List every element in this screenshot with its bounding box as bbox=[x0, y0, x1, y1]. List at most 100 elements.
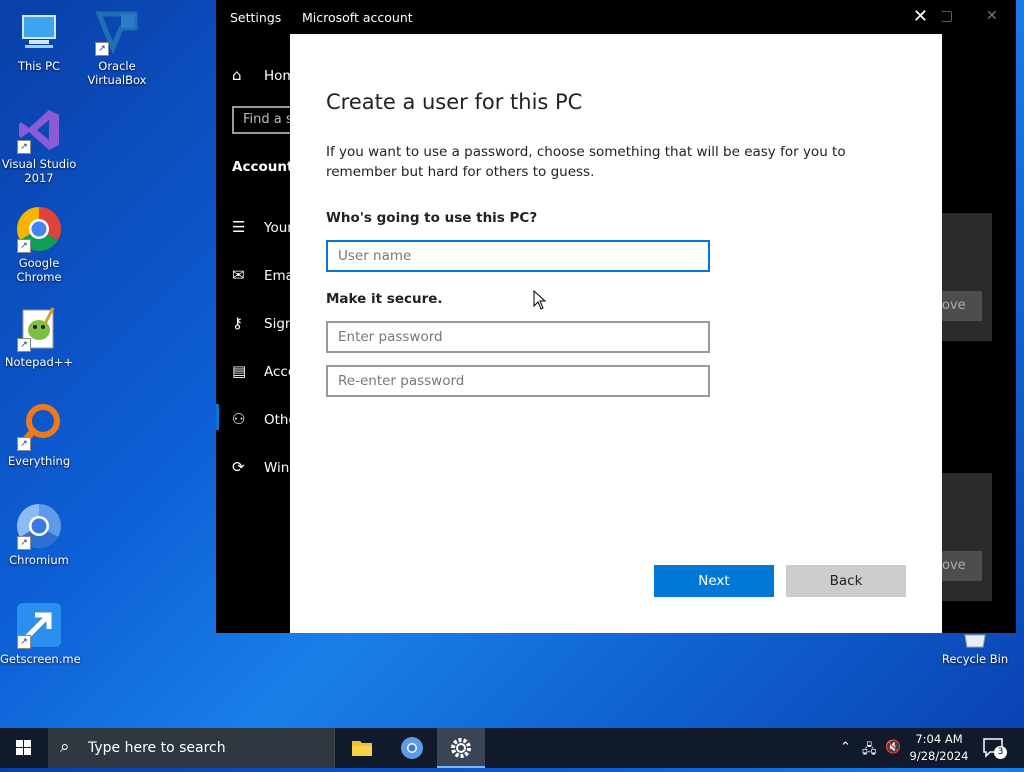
desktop-icon-label: This PC bbox=[17, 59, 61, 73]
taskbar-search-placeholder: Type here to search bbox=[88, 740, 226, 756]
desktop-icon-google-chrome[interactable]: ↗ Google Chrome bbox=[0, 205, 78, 284]
remove-button[interactable]: ove bbox=[942, 291, 982, 321]
magnifier-icon: ↗ bbox=[15, 403, 63, 451]
key-icon: ⚷ bbox=[232, 314, 243, 332]
settings-panel: ove bbox=[942, 473, 992, 601]
close-icon[interactable]: ✕ bbox=[913, 6, 928, 27]
settings-search-box[interactable]: Find a s bbox=[232, 106, 290, 134]
volume-muted-icon[interactable]: 🔇 bbox=[885, 740, 901, 755]
desktop-icon-getscreen[interactable]: ↗ Getscreen.me bbox=[0, 601, 81, 666]
notifications-button[interactable]: 3 bbox=[982, 736, 1008, 760]
desktop-icon-label: Visual Studio 2017 bbox=[1, 157, 77, 185]
desktop-icon-label: Chromium bbox=[9, 553, 69, 567]
next-button[interactable]: Next bbox=[654, 565, 774, 597]
chrome-icon: ↗ bbox=[15, 205, 63, 253]
close-icon[interactable]: ✕ bbox=[986, 8, 998, 24]
taskbar-search-box[interactable]: ⌕ Type here to search bbox=[48, 728, 335, 768]
virtualbox-icon: ↗ bbox=[93, 8, 141, 56]
nav-item-access[interactable]: ▤ Acce bbox=[232, 362, 290, 380]
desktop-icon-notepad-plus-plus[interactable]: ↗ Notepad++ bbox=[0, 304, 78, 369]
nav-item-home[interactable]: ⌂ Hom bbox=[232, 66, 290, 84]
search-icon: ⌕ bbox=[60, 737, 70, 757]
desktop-icon-visual-studio[interactable]: ↗ Visual Studio 2017 bbox=[0, 106, 78, 185]
dialog-description: If you want to use a password, choose so… bbox=[326, 144, 846, 180]
chevron-up-icon[interactable]: ⌃ bbox=[840, 740, 851, 755]
nav-item-email[interactable]: ✉ Ema bbox=[232, 266, 290, 284]
settings-taskbar-button[interactable] bbox=[437, 728, 485, 768]
nav-item-sync[interactable]: ⟳ Win bbox=[232, 458, 289, 476]
notepad-plus-plus-icon: ↗ bbox=[15, 304, 63, 352]
nav-item-label: Win bbox=[264, 460, 290, 476]
settings-title: Settings bbox=[230, 10, 282, 25]
file-explorer-taskbar-button[interactable] bbox=[338, 728, 386, 768]
username-input[interactable] bbox=[326, 240, 710, 272]
chromium-icon bbox=[401, 737, 423, 759]
add-person-icon: ⚇ bbox=[232, 410, 246, 428]
secure-label: Make it secure. bbox=[326, 291, 443, 307]
desktop-icon-chromium[interactable]: ↗ Chromium bbox=[0, 502, 78, 567]
desktop-icon-this-pc[interactable]: This PC bbox=[0, 8, 78, 73]
getscreen-icon: ↗ bbox=[15, 601, 63, 649]
taskbar-clock[interactable]: 7:04 AM 9/28/2024 bbox=[906, 731, 972, 765]
desktop-icon-label: Getscreen.me bbox=[0, 652, 81, 666]
nav-item-your-info[interactable]: ☰ Your bbox=[232, 218, 290, 236]
visual-studio-icon: ↗ bbox=[15, 106, 63, 154]
nav-item-label: Ema bbox=[264, 268, 290, 284]
reenter-password-input[interactable] bbox=[326, 365, 710, 397]
who-label: Who's going to use this PC? bbox=[326, 210, 538, 226]
desktop-icon-label: Oracle VirtualBox bbox=[87, 59, 147, 87]
shortcut-arrow-icon: ↗ bbox=[95, 42, 109, 56]
mouse-cursor-icon bbox=[533, 290, 547, 310]
back-button[interactable]: Back bbox=[786, 565, 906, 597]
shortcut-arrow-icon: ↗ bbox=[17, 239, 31, 253]
desktop-icon-virtualbox[interactable]: ↗ Oracle VirtualBox bbox=[78, 8, 156, 87]
folder-icon bbox=[352, 741, 372, 756]
nav-item-label: Hom bbox=[264, 68, 290, 84]
dialog-heading: Create a user for this PC bbox=[326, 90, 583, 114]
nav-item-sign-in[interactable]: ⚷ Sign bbox=[232, 314, 290, 332]
clock-time: 7:04 AM bbox=[915, 732, 963, 746]
dialog-title: Microsoft account bbox=[302, 10, 413, 25]
network-icon[interactable]: 🖧 bbox=[862, 740, 877, 762]
desktop-icon-label: Google Chrome bbox=[16, 256, 62, 284]
shortcut-arrow-icon: ↗ bbox=[17, 635, 31, 649]
shortcut-arrow-icon: ↗ bbox=[17, 437, 31, 451]
desktop-icon-label: Recycle Bin bbox=[941, 652, 1009, 666]
mail-icon: ✉ bbox=[232, 266, 245, 284]
person-card-icon: ☰ bbox=[232, 218, 246, 236]
notification-count-badge: 3 bbox=[994, 746, 1007, 759]
settings-search-placeholder: Find a s bbox=[243, 112, 290, 127]
shortcut-arrow-icon: ↗ bbox=[17, 338, 31, 352]
settings-panel: ove bbox=[942, 213, 992, 341]
clock-date: 9/28/2024 bbox=[909, 749, 969, 763]
start-button[interactable] bbox=[0, 728, 48, 768]
taskbar: ⌕ Type here to search ⌃ 🖧 🔇 7:04 AM 9/28… bbox=[0, 728, 1024, 768]
dialog-titlebar: Microsoft account ✕ bbox=[290, 0, 942, 34]
nav-heading: Accounts bbox=[232, 159, 290, 175]
chromium-taskbar-button[interactable] bbox=[388, 728, 436, 768]
nav-item-label: Othe bbox=[264, 412, 290, 428]
nav-selection-indicator bbox=[216, 404, 219, 430]
chromium-icon: ↗ bbox=[15, 502, 63, 550]
briefcase-icon: ▤ bbox=[232, 362, 247, 380]
remove-button-label: ove bbox=[942, 298, 966, 313]
windows-logo-icon bbox=[16, 740, 31, 755]
microsoft-account-dialog: Create a user for this PC If you want to… bbox=[290, 34, 942, 633]
nav-item-other-users[interactable]: ⚇ Othe bbox=[232, 410, 290, 428]
remove-button[interactable]: ove bbox=[942, 551, 982, 581]
desktop-icon-everything[interactable]: ↗ Everything bbox=[0, 403, 78, 468]
computer-icon bbox=[15, 8, 63, 56]
password-input[interactable] bbox=[326, 321, 710, 353]
nav-item-label: Acce bbox=[264, 364, 290, 380]
nav-item-label: Your bbox=[264, 220, 290, 236]
shortcut-arrow-icon: ↗ bbox=[17, 140, 31, 154]
sync-icon: ⟳ bbox=[232, 458, 245, 476]
desktop-icon-label: Notepad++ bbox=[4, 355, 74, 369]
remove-button-label: ove bbox=[942, 558, 966, 573]
gear-icon bbox=[451, 738, 471, 758]
nav-item-label: Sign bbox=[264, 316, 290, 332]
desktop-icon-label: Everything bbox=[7, 454, 71, 468]
shortcut-arrow-icon: ↗ bbox=[17, 536, 31, 550]
settings-nav: ⌂Hom Find a s Accounts ☰Your ✉Ema ⚷Sign … bbox=[216, 34, 290, 633]
home-icon: ⌂ bbox=[232, 66, 242, 84]
